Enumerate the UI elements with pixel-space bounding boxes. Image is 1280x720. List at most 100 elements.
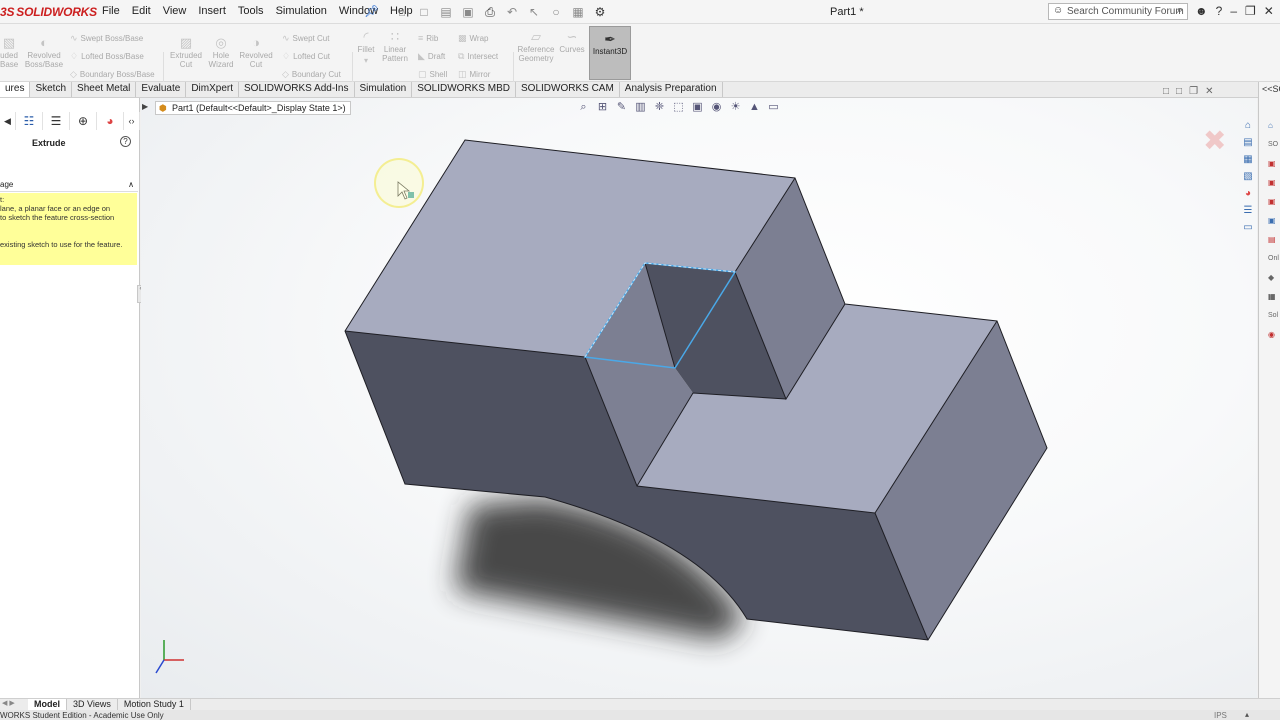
lofted-cut-button[interactable]: ♢ Lofted Cut	[282, 49, 330, 64]
feature-tree-breadcrumb[interactable]: ⬢ Part1 (Default<<Default>_Display State…	[155, 101, 351, 115]
menu-view[interactable]: View	[157, 5, 193, 17]
new-part-icon[interactable]: ▣	[1268, 156, 1279, 171]
edit-appearance-icon[interactable]: ☀	[727, 100, 744, 115]
more-tabs-icon[interactable]: ‹›	[124, 112, 140, 130]
help-icon[interactable]: ?	[1216, 4, 1223, 18]
boundary-cut-button[interactable]: ◇ Boundary Cut	[282, 67, 341, 82]
open-part-icon[interactable]: ▣	[1268, 175, 1279, 190]
menu-simulation[interactable]: Simulation	[270, 5, 333, 17]
collapse-chevron-icon[interactable]: ∧	[128, 180, 134, 189]
close-icon[interactable]: ✕	[1264, 4, 1274, 18]
save-icon[interactable]: ▣	[458, 3, 478, 21]
appearances-icon[interactable]: ◕	[1240, 186, 1256, 202]
graphics-area[interactable]	[141, 98, 1257, 698]
unit-system[interactable]: IPS	[1214, 711, 1227, 720]
fillet-dropdown-icon[interactable]: ▾	[353, 54, 379, 68]
tab-dimxpert[interactable]: DimXpert	[186, 82, 240, 97]
undo-icon[interactable]: ↶	[502, 3, 522, 21]
home-icon[interactable]: ⌂	[392, 3, 412, 21]
options-gear-icon[interactable]: ⚙	[590, 3, 610, 21]
search-icon[interactable]: ⌕	[1177, 4, 1183, 17]
linear-pattern-button[interactable]: ∷ Linear Pattern	[379, 30, 411, 64]
split-icon[interactable]: □	[1176, 86, 1182, 97]
file-properties-icon[interactable]: ▦	[568, 3, 588, 21]
file-explorer-icon[interactable]: ▦	[1240, 152, 1256, 168]
previous-view-icon[interactable]: ✎	[613, 100, 630, 115]
design-library-icon[interactable]: ▤	[1240, 135, 1256, 151]
cancel-icon[interactable]: ✖	[1203, 124, 1226, 157]
hide-show-items-icon[interactable]: ◉	[708, 100, 725, 115]
dynamic-annotation-icon[interactable]: ❈	[651, 100, 668, 115]
shell-button[interactable]: ▢ Shell	[418, 67, 447, 82]
apply-scene-icon[interactable]: ▲	[746, 100, 763, 115]
minimize-icon[interactable]: –	[1230, 4, 1237, 18]
status-expand-icon[interactable]: ▴	[1245, 710, 1249, 719]
fillet-button[interactable]: ◜ Fillet ▾	[353, 30, 379, 69]
open-icon[interactable]: ▤	[436, 3, 456, 21]
boundary-boss-button[interactable]: ◇ Boundary Boss/Base	[70, 67, 155, 82]
tutorial-icon[interactable]: ▣	[1268, 213, 1279, 228]
community-icon[interactable]: ▦	[1268, 289, 1279, 304]
swept-cut-button[interactable]: ∿ Swept Cut	[282, 31, 329, 46]
reference-geometry-button[interactable]: ▱ Reference Geometry	[515, 30, 557, 64]
tab-addins[interactable]: SOLIDWORKS Add-Ins	[239, 82, 355, 97]
display-style-icon[interactable]: ▣	[689, 100, 706, 115]
recent-part-icon[interactable]: ▣	[1268, 194, 1279, 209]
tab-features[interactable]: ures	[0, 82, 31, 97]
property-manager-icon[interactable]: ☰	[43, 112, 70, 130]
intersect-button[interactable]: ⧉ Intersect	[458, 49, 498, 64]
rib-button[interactable]: ≡ Rib	[418, 31, 438, 46]
online-icon[interactable]: ◆	[1268, 270, 1279, 285]
tile-icon[interactable]: □	[1163, 86, 1169, 97]
feature-manager-arrow-icon[interactable]: ◀	[0, 112, 16, 130]
view-settings-icon[interactable]: ▭	[765, 100, 782, 115]
solidworks-logo[interactable]: 3S SOLIDWORKS	[0, 5, 97, 19]
zoom-to-fit-icon[interactable]: ⌕	[575, 100, 592, 115]
maximize-icon[interactable]: ❐	[1189, 86, 1198, 97]
mirror-button[interactable]: ◫ Mirror	[458, 67, 490, 82]
section-view-icon[interactable]: ▥	[632, 100, 649, 115]
restore-icon[interactable]: ❐	[1245, 4, 1256, 18]
new-document-icon[interactable]: □	[414, 3, 434, 21]
user-account-icon[interactable]: ☻	[1195, 4, 1208, 18]
view-orientation-icon[interactable]: ⬚	[670, 100, 687, 115]
home-icon[interactable]: ⌂	[1268, 118, 1279, 133]
menu-edit[interactable]: Edit	[126, 5, 157, 17]
tab-sketch[interactable]: Sketch	[30, 82, 73, 97]
flyout-expand-icon[interactable]: ▶	[142, 102, 148, 111]
forum-icon[interactable]: ▭	[1240, 220, 1256, 236]
resources-home-icon[interactable]: ⌂	[1240, 118, 1256, 134]
message-section-header[interactable]: age ∧	[0, 180, 138, 192]
tab-simulation[interactable]: Simulation	[354, 82, 413, 97]
extruded-boss-button[interactable]: ▧ uded Base	[0, 36, 18, 70]
instant3d-button[interactable]: ✒ Instant3D	[589, 26, 631, 80]
tab-model[interactable]: Model	[28, 699, 67, 710]
zoom-to-area-icon[interactable]: ⊞	[594, 100, 611, 115]
revolved-cut-button[interactable]: ◑ Revolved Cut	[237, 36, 275, 70]
solidworks-icon[interactable]: ◉	[1268, 327, 1279, 342]
menu-insert[interactable]: Insert	[192, 5, 232, 17]
view-palette-icon[interactable]: ▧	[1240, 169, 1256, 185]
tab-cam[interactable]: SOLIDWORKS CAM	[516, 82, 620, 97]
feature-manager-tree-icon[interactable]: ☷	[16, 112, 43, 130]
tab-analysis-preparation[interactable]: Analysis Preparation	[619, 82, 723, 97]
revolved-boss-button[interactable]: ◐ Revolved Boss/Base	[24, 36, 64, 70]
print-icon[interactable]: ⎙	[480, 3, 500, 21]
custom-properties-icon[interactable]: ☰	[1240, 203, 1256, 219]
display-manager-icon[interactable]: ◕	[97, 112, 124, 130]
tab-mbd[interactable]: SOLIDWORKS MBD	[412, 82, 516, 97]
lofted-boss-button[interactable]: ♢ Lofted Boss/Base	[70, 49, 144, 64]
swept-boss-button[interactable]: ∿ Swept Boss/Base	[70, 31, 143, 46]
search-community-input[interactable]: ☺ Search Community Forum ⌕	[1048, 3, 1188, 20]
curves-button[interactable]: ∽ Curves	[558, 30, 586, 55]
tab-evaluate[interactable]: Evaluate	[136, 82, 187, 97]
document-icon[interactable]: ▤	[1268, 232, 1279, 247]
menu-file[interactable]: File	[96, 5, 126, 17]
configuration-manager-icon[interactable]: ⊕	[70, 112, 97, 130]
tab-3d-views[interactable]: 3D Views	[67, 699, 118, 710]
extruded-cut-button[interactable]: ▨ Extruded Cut	[166, 36, 206, 70]
menu-tools[interactable]: Tools	[232, 5, 270, 17]
tab-sheet-metal[interactable]: Sheet Metal	[72, 82, 137, 97]
hole-wizard-button[interactable]: ◎ Hole Wizard	[203, 36, 239, 70]
help-button[interactable]: ?	[120, 136, 131, 147]
